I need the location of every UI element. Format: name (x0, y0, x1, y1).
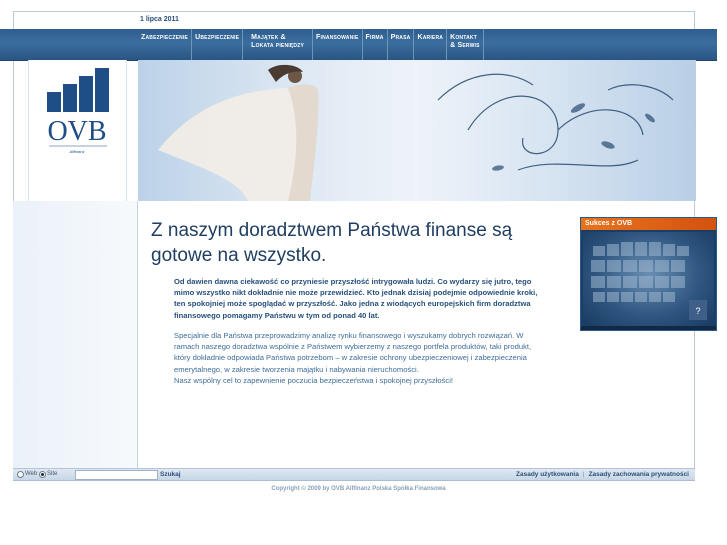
nav-item-firma[interactable]: Firma (363, 29, 388, 60)
nav-item-zabezpieczenie[interactable]: Zabezpieczenie (138, 29, 193, 60)
radio-site-label: Site (47, 471, 58, 477)
nav-label: Prasa (390, 34, 411, 41)
lead-paragraph: Od dawien dawna ciekawość co przyniesie … (174, 277, 538, 320)
nav-label: Ubezpieczenie (195, 34, 240, 41)
logo-tagline: Allfinanz (69, 149, 84, 154)
video-progress-bar[interactable] (581, 326, 716, 330)
nav-item-ubezpieczenie[interactable]: Ubezpieczenie (192, 29, 244, 60)
search-button[interactable]: Szukaj (160, 471, 181, 478)
nav-label: Kariera (417, 34, 444, 41)
nav-label: Majątek & (251, 34, 286, 41)
body-paragraph: Specjalnie dla Państwa przeprowadzimy an… (174, 330, 546, 386)
nav-item-prasa[interactable]: Prasa (388, 29, 415, 60)
footer-links: Zasady użytkowania | Zasady zachowania p… (516, 471, 689, 478)
ovb-logo[interactable]: OVB Allfinanz (29, 60, 126, 201)
link-separator: | (582, 471, 585, 478)
nav-item-majatek[interactable]: Majątek & Lokata pieniędzy (243, 29, 314, 60)
nav-label-2: Lokata pieniędzy (251, 42, 305, 49)
logo-bar-4 (95, 68, 109, 112)
video-screen[interactable]: ? (583, 232, 714, 327)
radio-site[interactable] (39, 471, 46, 478)
nav-label-2: & Serwis (450, 42, 480, 49)
logo-bar-2 (63, 84, 77, 112)
privacy-link[interactable]: Zasady zachowania prywatności (589, 471, 689, 478)
nav-item-kariera[interactable]: Kariera (414, 29, 448, 60)
logo-bar-3 (79, 76, 93, 112)
hero-banner (138, 60, 696, 201)
body-text-2: Nasz wspólny cel to zapewnienie poczucia… (174, 375, 453, 385)
logo-text: OVB (47, 116, 106, 147)
terms-link[interactable]: Zasady użytkowania (516, 471, 579, 478)
page-title: Z naszym doradztwem Państwa finanse są g… (151, 220, 513, 266)
hero-swirls (437, 73, 674, 171)
radio-web-label: Web (25, 471, 38, 477)
nav-item-finansowanie[interactable]: Finansowanie (313, 29, 363, 60)
video-title: Sukces z OVB (581, 218, 716, 230)
header-date: 1 lipca 2011 (140, 16, 179, 23)
video-widget[interactable]: Sukces z OVB ? (580, 217, 717, 331)
question-icon: ? (695, 306, 700, 316)
nav-label: Zabezpieczenie (141, 34, 189, 41)
body-text-1: Specjalnie dla Państwa przeprowadzimy an… (174, 331, 532, 374)
left-strip (13, 201, 138, 468)
nav-label: Firma (365, 34, 384, 41)
search-input[interactable] (75, 470, 158, 480)
main-nav: Zabezpieczenie Ubezpieczenie Majątek & Lo… (138, 29, 484, 60)
nav-label: Finansowanie (316, 34, 359, 41)
hero-leaves (492, 103, 655, 171)
hero-figure (158, 64, 319, 201)
nav-item-kontakt[interactable]: Kontakt & Serwis (447, 29, 484, 60)
video-thumbnail: ? (591, 242, 707, 320)
hero-illustration (158, 64, 674, 201)
nav-label: Kontakt (450, 34, 477, 41)
logo-bar-1 (47, 92, 61, 112)
footer-bar: Web Site Szukaj Zasady użytkowania | Zas… (13, 468, 695, 481)
logo-panel: OVB Allfinanz (28, 60, 127, 201)
radio-web[interactable] (17, 471, 24, 478)
copyright: Copyright © 2009 by OVB Allfinanz Polska… (271, 486, 446, 492)
